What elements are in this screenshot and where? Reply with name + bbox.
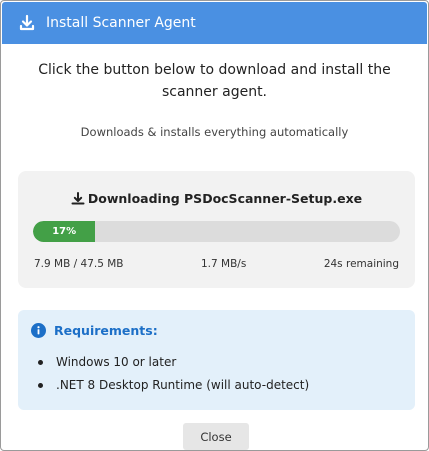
list-item: Windows 10 or later [38, 351, 309, 374]
download-size: 7.9 MB / 47.5 MB [34, 258, 124, 270]
bullet-icon [38, 360, 43, 365]
info-icon [31, 323, 46, 338]
download-filename: Downloading PSDocScanner-Setup.exe [87, 191, 363, 206]
progress-fill: 17% [33, 221, 96, 242]
download-remaining: 24s remaining [323, 258, 399, 270]
dialog-title: Install Scanner Agent [46, 15, 196, 31]
bullet-icon [38, 383, 43, 388]
download-icon [18, 14, 36, 32]
progress-bar: 17% [33, 221, 400, 242]
requirements-heading-text: Requirements: [54, 323, 158, 338]
subtext: Downloads & installs everything automati… [80, 125, 349, 139]
requirement-text: .NET 8 Desktop Runtime (will auto-detect… [56, 378, 310, 392]
progress-percent: 17% [52, 226, 77, 237]
download-title: Downloading PSDocScanner-Setup.exe [18, 191, 415, 206]
title-bar: Install Scanner Agent [2, 2, 427, 44]
download-speed: 1.7 MB/s [201, 258, 247, 270]
requirements-heading: Requirements: [31, 323, 158, 338]
intro-text: Click the button below to download and i… [38, 62, 391, 100]
download-icon [71, 191, 85, 206]
requirement-text: Windows 10 or later [56, 355, 177, 369]
download-stats: 7.9 MB / 47.5 MB 1.7 MB/s 24s remaining [34, 258, 399, 270]
list-item: .NET 8 Desktop Runtime (will auto-detect… [38, 374, 309, 397]
requirements-panel: Requirements: Windows 10 or later .NET 8… [18, 310, 415, 410]
download-panel: Downloading PSDocScanner-Setup.exe 17% 7… [18, 171, 415, 288]
requirements-list: Windows 10 or later .NET 8 Desktop Runti… [38, 351, 309, 397]
close-button[interactable]: Close [183, 423, 249, 450]
install-dialog: Install Scanner Agent Click the button b… [0, 0, 429, 451]
